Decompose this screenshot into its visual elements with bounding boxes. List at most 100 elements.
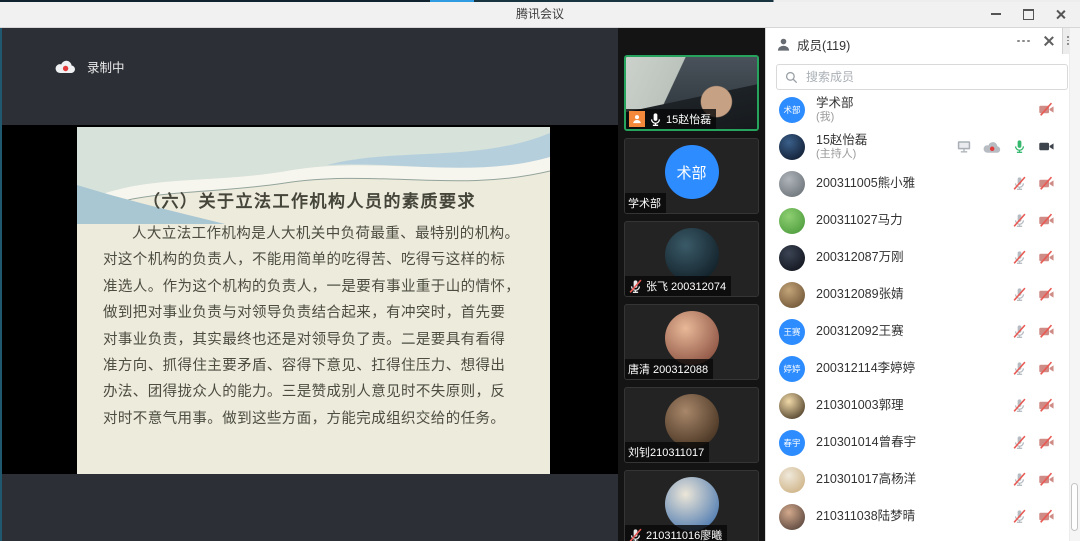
member-avatar-photo [779,245,805,271]
maximize-button[interactable] [1012,3,1044,25]
close-panel-icon[interactable] [1044,36,1054,46]
member-avatar-photo [779,208,805,234]
member-row[interactable]: 术部学术部(我) [766,91,1070,128]
camera-off-icon[interactable] [1038,176,1055,191]
member-name: 15赵怡磊 [816,133,956,148]
tile-name-label: 210311016廖曦 [625,525,727,541]
mic-muted-icon[interactable] [1012,213,1027,228]
mic-muted-icon[interactable] [1012,361,1027,376]
main-content: 录制中 （六）关于立法工作机构人员的素质要求 人大立法工作机构是人大机关中负荷最… [0,27,1080,541]
member-row[interactable]: 婷婷200312114李婷婷 [766,350,1070,387]
window-titlebar: 腾讯会议 [0,0,1080,28]
member-name: 210311038陆梦晴 [816,509,1012,524]
tile-name-label: 张飞 200312074 [625,276,731,296]
mic-muted-icon[interactable] [1012,287,1027,302]
video-tile[interactable]: 15赵怡磊 [624,55,759,131]
mic-muted-icon[interactable] [628,279,643,294]
mic-muted-icon[interactable] [1012,435,1027,450]
close-button[interactable] [1044,3,1076,25]
member-name: 200311027马力 [816,213,1012,228]
mic-on-icon[interactable] [1012,139,1027,154]
mic-muted-icon[interactable] [1012,398,1027,413]
camera-off-icon[interactable] [1038,324,1055,339]
member-text: 210301003郭理 [816,398,1012,413]
video-tile[interactable]: 术部学术部 [624,138,759,214]
member-row[interactable]: 210301003郭理 [766,387,1070,424]
close-icon [1055,9,1066,20]
member-text: 200312087万刚 [816,250,1012,265]
member-avatar-photo [779,282,805,308]
member-search-box[interactable] [776,64,1068,90]
screen-share-stage: 录制中 （六）关于立法工作机构人员的素质要求 人大立法工作机构是人大机关中负荷最… [0,27,618,541]
video-tile[interactable]: 刘钊210311017 [624,387,759,463]
camera-off-icon[interactable] [1038,472,1055,487]
member-avatar-photo [779,467,805,493]
member-row[interactable]: 200311005熊小雅 [766,165,1070,202]
minimize-button[interactable] [980,3,1012,25]
window-left-border [0,27,2,541]
mic-on-icon[interactable] [648,112,663,127]
mic-muted-icon[interactable] [1012,250,1027,265]
member-status-icons [1012,509,1055,524]
camera-off-icon[interactable] [1038,250,1055,265]
members-panel-title: 成员(119) [797,35,850,54]
mic-muted-icon[interactable] [1012,176,1027,191]
camera-on-icon[interactable] [1038,139,1055,154]
member-name: 学术部 [816,96,1038,111]
slide-text-line: 对时不意气用事。做到这些方面，方能完成组织交给的任务。 [103,406,528,432]
mic-muted-icon[interactable] [1012,324,1027,339]
slide-title: （六）关于立法工作机构人员的素质要求 [143,187,540,212]
more-options-icon[interactable] [1017,40,1030,43]
member-row[interactable]: 200312089张婧 [766,276,1070,313]
member-name: 200312087万刚 [816,250,1012,265]
member-text: 200312092王赛 [816,324,1012,339]
participant-name: 唐清 200312088 [628,361,708,377]
video-tile[interactable]: 唐清 200312088 [624,304,759,380]
participant-name: 210311016廖曦 [646,527,722,541]
search-input[interactable] [804,69,1059,85]
member-row[interactable]: 210311038陆梦晴 [766,498,1070,535]
avatar-photo [665,311,719,365]
mic-muted-icon[interactable] [1012,472,1027,487]
member-row[interactable]: 15赵怡磊(主持人) [766,128,1070,165]
member-avatar-initials: 王赛 [779,319,805,345]
member-text: 210301017高杨洋 [816,472,1012,487]
member-row[interactable]: 210301017高杨洋 [766,461,1070,498]
mic-muted-icon[interactable] [628,528,643,541]
member-text: 210301014曾春宇 [816,435,1012,450]
member-name: 210301003郭理 [816,398,1012,413]
maximize-icon [1023,9,1034,20]
cloud-recording-icon[interactable] [983,140,1001,154]
member-row[interactable]: 春宇 210301014曾春宇 [766,424,1070,461]
member-name: 200312089张婧 [816,287,1012,302]
video-tile[interactable]: 张飞 200312074 [624,221,759,297]
members-icon [776,37,791,52]
video-tile[interactable]: 210311016廖曦 [624,470,759,541]
window-controls [980,3,1076,25]
video-thumbnail-strip: 15赵怡磊术部学术部张飞 200312074 唐清 200312088 刘钊2103… [618,27,765,541]
member-row[interactable]: 王赛 200312092王赛 [766,313,1070,350]
camera-off-icon[interactable] [1038,509,1055,524]
scrollbar-thumb[interactable] [1071,483,1078,531]
camera-off-icon[interactable] [1038,435,1055,450]
mic-muted-icon[interactable] [1012,509,1027,524]
slide-text-line: 人大立法工作机构是人大机关中负荷最重、最特别的机构。 [103,221,528,247]
member-row[interactable]: 200311027马力 [766,202,1070,239]
member-status-icons [1012,472,1055,487]
recording-indicator: 录制中 [55,57,125,76]
member-text: 学术部(我) [816,96,1038,124]
member-row[interactable]: 200312087万刚 [766,239,1070,276]
camera-off-icon[interactable] [1038,287,1055,302]
member-list-scrollbar[interactable] [1069,27,1080,541]
camera-off-icon[interactable] [1038,102,1055,117]
member-status-icons [956,139,1055,154]
member-status-icons [1012,287,1055,302]
member-avatar-initials: 春宇 [779,430,805,456]
member-avatar-photo [779,171,805,197]
member-status-icons [1012,213,1055,228]
camera-off-icon[interactable] [1038,213,1055,228]
screen-share-icon[interactable] [956,139,972,154]
member-name: 210301017高杨洋 [816,472,1012,487]
camera-off-icon[interactable] [1038,361,1055,376]
camera-off-icon[interactable] [1038,398,1055,413]
